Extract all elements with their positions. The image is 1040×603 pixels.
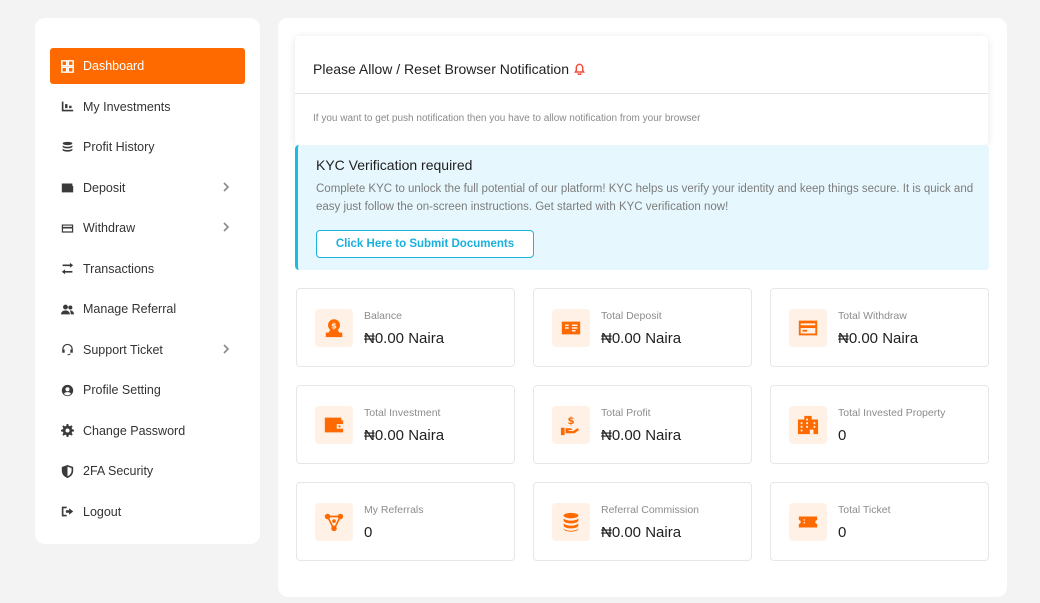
sidebar-item-manage-referral[interactable]: Manage Referral bbox=[50, 291, 245, 327]
wallet-icon bbox=[315, 406, 353, 444]
sidebar-item-support-ticket[interactable]: Support Ticket bbox=[50, 332, 245, 368]
stat-card-referral-commission: Referral Commission ₦0.00 Naira bbox=[533, 482, 752, 561]
investments-icon bbox=[60, 100, 74, 114]
svg-text:$: $ bbox=[567, 416, 574, 427]
submit-documents-button[interactable]: Click Here to Submit Documents bbox=[316, 230, 534, 258]
stat-card-total-ticket: Total Ticket 0 bbox=[770, 482, 989, 561]
withdraw-card-icon bbox=[789, 309, 827, 347]
stat-label: Balance bbox=[364, 310, 402, 322]
balance-icon: $ bbox=[315, 309, 353, 347]
stat-value: 0 bbox=[838, 524, 847, 541]
sidebar-item-transactions[interactable]: Transactions bbox=[50, 251, 245, 287]
stat-value: ₦0.00 Naira bbox=[601, 427, 682, 444]
stat-label: Total Profit bbox=[601, 407, 651, 419]
stat-value: ₦0.00 Naira bbox=[601, 524, 682, 541]
headset-icon bbox=[60, 343, 74, 357]
svg-text:$: $ bbox=[331, 320, 337, 330]
kyc-description: Complete KYC to unlock the full potentia… bbox=[316, 183, 974, 213]
sidebar-item-label: Deposit bbox=[83, 180, 126, 195]
sidebar-item-label: Logout bbox=[83, 504, 122, 519]
card-icon bbox=[60, 221, 74, 235]
sidebar-item-profit-history[interactable]: Profit History bbox=[50, 129, 245, 165]
sidebar-item-label: Manage Referral bbox=[83, 302, 177, 316]
stat-label: Total Ticket bbox=[838, 504, 891, 516]
stat-label: Total Invested Property bbox=[838, 407, 946, 419]
stat-label: Total Withdraw bbox=[838, 310, 907, 322]
stat-value: ₦0.00 Naira bbox=[364, 330, 445, 347]
coins-icon bbox=[60, 140, 74, 154]
stat-card-total-deposit: Total Deposit ₦0.00 Naira bbox=[533, 288, 752, 367]
stat-value: 0 bbox=[838, 427, 847, 444]
stat-value: ₦0.00 Naira bbox=[364, 427, 445, 444]
users-icon bbox=[60, 302, 74, 316]
sidebar-item-label: Change Password bbox=[83, 423, 186, 438]
divider bbox=[295, 93, 988, 94]
notification-title: Please Allow / Reset Browser Notificatio… bbox=[313, 61, 585, 77]
sidebar-item-change-password[interactable]: Change Password bbox=[50, 413, 245, 449]
deposit-icon bbox=[552, 309, 590, 347]
chevron-right-icon bbox=[221, 181, 233, 193]
exchange-icon bbox=[60, 262, 74, 276]
sidebar: Dashboard My Investments Profit History … bbox=[35, 18, 260, 544]
sidebar-item-label: My Investments bbox=[83, 99, 171, 114]
notification-title-text: Please Allow / Reset Browser Notificatio… bbox=[313, 61, 569, 77]
stat-label: My Referrals bbox=[364, 504, 424, 516]
sidebar-item-label: Transactions bbox=[83, 261, 155, 276]
sidebar-item-deposit[interactable]: Deposit bbox=[50, 170, 245, 206]
gear-icon bbox=[60, 424, 74, 438]
sidebar-item-label: Profit History bbox=[83, 140, 155, 154]
stat-card-total-investment: Total Investment ₦0.00 Naira bbox=[296, 385, 515, 464]
sidebar-item-logout[interactable]: Logout bbox=[50, 494, 245, 530]
profit-hand-icon: $ bbox=[552, 406, 590, 444]
stat-card-total-withdraw: Total Withdraw ₦0.00 Naira bbox=[770, 288, 989, 367]
sidebar-item-my-investments[interactable]: My Investments bbox=[50, 89, 245, 125]
stat-value: ₦0.00 Naira bbox=[838, 330, 919, 347]
notification-card: Please Allow / Reset Browser Notificatio… bbox=[295, 36, 988, 145]
chevron-right-icon bbox=[221, 343, 233, 355]
logout-icon bbox=[60, 505, 74, 519]
sidebar-item-dashboard[interactable]: Dashboard bbox=[50, 48, 245, 84]
main-content: Please Allow / Reset Browser Notificatio… bbox=[278, 18, 1007, 597]
stat-label: Total Deposit bbox=[601, 310, 662, 322]
dashboard-icon bbox=[60, 59, 74, 73]
wallet-icon bbox=[60, 181, 74, 195]
stat-value: ₦0.00 Naira bbox=[601, 330, 682, 347]
stat-card-total-invested-property: Total Invested Property 0 bbox=[770, 385, 989, 464]
stat-card-total-profit: $ Total Profit ₦0.00 Naira bbox=[533, 385, 752, 464]
stat-label: Referral Commission bbox=[601, 504, 700, 516]
stat-label: Total Investment bbox=[364, 407, 441, 419]
bell-icon[interactable] bbox=[574, 63, 585, 75]
user-circle-icon bbox=[60, 383, 74, 397]
sidebar-item-label: Support Ticket bbox=[83, 342, 163, 357]
sidebar-item-withdraw[interactable]: Withdraw bbox=[50, 210, 245, 246]
building-icon bbox=[789, 406, 827, 444]
notification-text: If you want to get push notification the… bbox=[313, 113, 701, 124]
shield-icon bbox=[60, 464, 74, 478]
network-icon bbox=[315, 503, 353, 541]
stat-card-my-referrals: My Referrals 0 bbox=[296, 482, 515, 561]
sidebar-item-2fa-security[interactable]: 2FA Security bbox=[50, 453, 245, 489]
sidebar-item-label: Withdraw bbox=[83, 221, 136, 235]
stat-card-balance: $ Balance ₦0.00 Naira bbox=[296, 288, 515, 367]
sidebar-item-label: Dashboard bbox=[83, 59, 145, 73]
sidebar-item-profile-setting[interactable]: Profile Setting bbox=[50, 372, 245, 408]
kyc-title: KYC Verification required bbox=[316, 157, 473, 173]
ticket-icon bbox=[789, 503, 827, 541]
coin-stack-icon bbox=[552, 503, 590, 541]
sidebar-item-label: Profile Setting bbox=[83, 383, 161, 397]
stat-value: 0 bbox=[364, 524, 373, 541]
kyc-alert: KYC Verification required Complete KYC t… bbox=[295, 145, 989, 270]
chevron-right-icon bbox=[221, 221, 233, 233]
sidebar-item-label: 2FA Security bbox=[83, 464, 154, 478]
